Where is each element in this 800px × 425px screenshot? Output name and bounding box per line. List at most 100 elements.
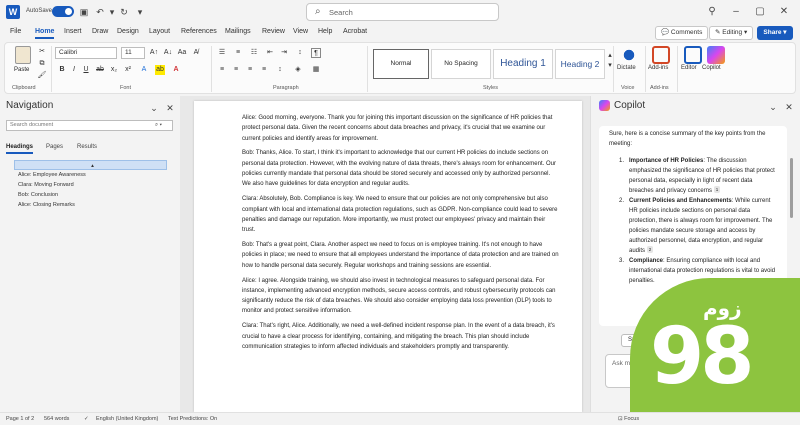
tab-help[interactable]: Help	[318, 28, 332, 35]
save-icon[interactable]: ▣	[78, 6, 90, 18]
tab-file[interactable]: File	[10, 28, 21, 35]
multilevel-list-icon[interactable]: ☷	[249, 48, 259, 58]
close-icon[interactable]: ✕	[776, 4, 792, 20]
comments-button[interactable]: 💬 Comments	[655, 26, 709, 40]
autosave-toggle[interactable]	[52, 6, 74, 17]
tab-acrobat[interactable]: Acrobat	[343, 28, 367, 35]
highlight-icon[interactable]: ab	[155, 65, 165, 75]
document-page[interactable]: Alice: Good morning, everyone. Thank you…	[194, 101, 582, 412]
close-pane-icon[interactable]: ✕	[783, 101, 795, 113]
borders-icon[interactable]: ▦	[311, 65, 321, 75]
underline-icon[interactable]: U	[81, 65, 91, 75]
tab-draw[interactable]: Draw	[92, 28, 108, 35]
font-name-select[interactable]: Calibri	[55, 47, 117, 59]
format-painter-icon[interactable]: 🖌	[37, 71, 47, 81]
collapse-icon[interactable]: ▴	[14, 160, 167, 170]
grow-font-icon[interactable]: A↑	[149, 48, 159, 58]
tab-pages[interactable]: Pages	[46, 144, 63, 150]
copilot-scrollbar[interactable]	[790, 158, 793, 218]
citation-badge[interactable]: 2	[646, 246, 654, 253]
shading-icon[interactable]: ◈	[293, 65, 303, 75]
document-body[interactable]: Alice: Good morning, everyone. Thank you…	[242, 113, 560, 357]
paragraph[interactable]: Alice: I agree. Alongside training, we s…	[242, 276, 560, 317]
dictate-button[interactable]: Dictate	[617, 65, 636, 71]
heading-item[interactable]: Bob: Conclusion	[14, 190, 167, 200]
paragraph[interactable]: Bob: That's a great point, Clara. Anothe…	[242, 240, 560, 271]
strikethrough-icon[interactable]: ab	[95, 65, 105, 75]
increase-indent-icon[interactable]: ⇥	[279, 48, 289, 58]
bold-icon[interactable]: B	[57, 65, 67, 75]
tab-references[interactable]: References	[181, 28, 217, 35]
tab-review[interactable]: Review	[262, 28, 285, 35]
numbering-icon[interactable]: ≡	[233, 48, 243, 58]
sort-icon[interactable]: ↕	[295, 48, 305, 58]
citation-badge[interactable]: 1	[713, 186, 721, 193]
paragraph[interactable]: Clara: Absolutely, Bob. Compliance is ke…	[242, 194, 560, 235]
addins-button[interactable]: Add-ins	[648, 65, 668, 71]
justify-icon[interactable]: ≡	[259, 65, 269, 75]
idea-icon[interactable]: ⚲	[704, 4, 720, 20]
heading-item[interactable]: Alice: Closing Remarks	[14, 200, 167, 210]
paragraph[interactable]: Clara: That's right, Alice. Additionally…	[242, 321, 560, 352]
superscript-icon[interactable]: x²	[123, 65, 133, 75]
paste-icon[interactable]	[15, 46, 31, 64]
customize-quick-access-icon[interactable]: ▾	[134, 6, 146, 18]
restore-icon[interactable]: ▢	[752, 4, 768, 20]
tab-layout[interactable]: Layout	[149, 28, 170, 35]
editor-icon[interactable]	[684, 46, 702, 64]
copilot-ribbon-button[interactable]: Copilot	[702, 65, 721, 71]
search-input[interactable]: ⌕ Search	[306, 3, 499, 21]
paste-button[interactable]: Paste	[14, 67, 29, 73]
addins-icon[interactable]	[652, 46, 670, 64]
focus-button[interactable]: ⊡ Focus	[618, 416, 639, 422]
minimize-icon[interactable]: –	[728, 4, 744, 20]
paragraph[interactable]: Alice: Good morning, everyone. Thank you…	[242, 113, 560, 144]
editor-button[interactable]: Editor	[681, 65, 697, 71]
pane-options-icon[interactable]: ⌄	[148, 102, 160, 114]
font-color-icon[interactable]: A	[171, 65, 181, 75]
search-icon[interactable]: ⌕ ▾	[155, 122, 162, 129]
italic-icon[interactable]: I	[69, 65, 79, 75]
align-center-icon[interactable]: ≡	[231, 65, 241, 75]
pane-options-icon[interactable]: ⌄	[767, 101, 779, 113]
undo-dropdown-icon[interactable]: ▾	[106, 6, 118, 18]
style-no-spacing[interactable]: No Spacing	[431, 49, 491, 79]
align-left-icon[interactable]: ≡	[217, 65, 227, 75]
tab-view[interactable]: View	[293, 28, 308, 35]
tab-home[interactable]: Home	[35, 28, 55, 39]
clear-formatting-icon[interactable]: A̸	[191, 48, 201, 58]
cut-icon[interactable]: ✂	[37, 47, 47, 57]
proofing-icon[interactable]: ✓	[84, 416, 89, 422]
font-size-select[interactable]: 11	[121, 47, 145, 59]
decrease-indent-icon[interactable]: ⇤	[265, 48, 275, 58]
align-right-icon[interactable]: ≡	[245, 65, 255, 75]
close-pane-icon[interactable]: ✕	[164, 102, 176, 114]
style-heading-1[interactable]: Heading 1	[493, 49, 553, 79]
tab-insert[interactable]: Insert	[64, 28, 82, 35]
word-count[interactable]: 564 words	[44, 416, 69, 422]
line-spacing-icon[interactable]: ↕	[275, 65, 285, 75]
navigation-search-input[interactable]: Search document ⌕ ▾	[6, 120, 173, 131]
copilot-ribbon-icon[interactable]	[707, 46, 725, 64]
redo-icon[interactable]: ↻	[118, 6, 130, 18]
change-case-icon[interactable]: Aa	[177, 48, 187, 58]
language[interactable]: English (United Kingdom)	[96, 416, 158, 422]
tab-mailings[interactable]: Mailings	[225, 28, 251, 35]
paragraph[interactable]: Bob: Thanks, Alice. To start, I think it…	[242, 148, 560, 189]
tab-headings[interactable]: Headings	[6, 144, 34, 154]
tab-results[interactable]: Results	[77, 144, 97, 150]
dictate-icon[interactable]	[620, 46, 638, 64]
heading-item[interactable]: Alice: Employee Awareness	[14, 170, 167, 180]
page-count[interactable]: Page 1 of 2	[6, 416, 34, 422]
editing-mode-button[interactable]: ✎ Editing ▾	[709, 26, 754, 40]
copy-icon[interactable]: ⧉	[37, 59, 47, 69]
style-normal[interactable]: Normal	[373, 49, 429, 79]
shrink-font-icon[interactable]: A↓	[163, 48, 173, 58]
text-predictions[interactable]: Text Predictions: On	[168, 416, 217, 422]
undo-icon[interactable]: ↶	[94, 6, 106, 18]
style-heading-2[interactable]: Heading 2	[555, 49, 605, 79]
tab-design[interactable]: Design	[117, 28, 139, 35]
share-button[interactable]: Share ▾	[757, 26, 793, 40]
heading-item[interactable]: Clara: Moving Forward	[14, 180, 167, 190]
subscript-icon[interactable]: x₂	[109, 65, 119, 75]
